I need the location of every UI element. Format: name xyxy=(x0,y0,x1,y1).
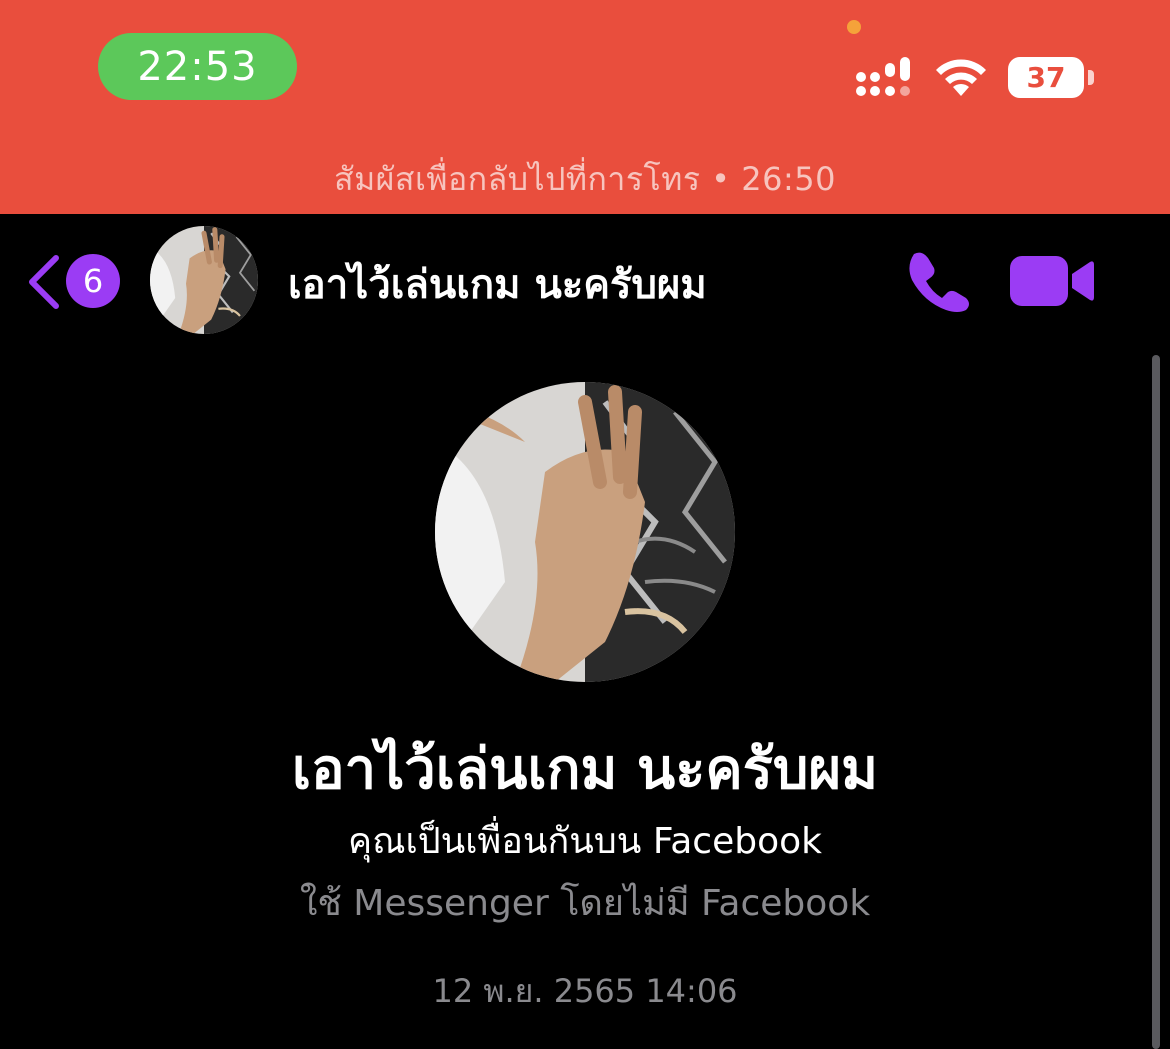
cellular-signal-icon xyxy=(856,57,910,96)
profile-photo xyxy=(435,382,735,682)
chat-header: 6 เอาไว้เล่นเกม นะครับผม xyxy=(0,214,1170,346)
messenger-without-facebook-text: ใช้ Messenger โดยไม่มี Facebook xyxy=(299,883,871,924)
profile-avatar[interactable] xyxy=(435,382,735,682)
chevron-left-icon xyxy=(29,255,59,309)
return-to-call-banner[interactable]: 22:53 37 สัมผัสเพื่อกลับไปที่การโทร • 26… xyxy=(0,0,1170,214)
back-button[interactable]: 6 xyxy=(24,250,124,310)
battery-cap xyxy=(1088,70,1094,85)
battery-level: 37 xyxy=(1008,57,1084,98)
contact-name[interactable]: เอาไว้เล่นเกม นะครับผม xyxy=(288,252,707,316)
conversation-timestamp: 12 พ.ย. 2565 14:06 xyxy=(432,972,738,1010)
scroll-indicator[interactable] xyxy=(1152,355,1160,1049)
profile-name: เอาไว้เล่นเกม นะครับผม xyxy=(291,737,879,802)
return-to-call-text[interactable]: สัมผัสเพื่อกลับไปที่การโทร • 26:50 xyxy=(0,154,1170,205)
contact-avatar[interactable] xyxy=(150,226,258,334)
phone-icon[interactable] xyxy=(902,248,974,314)
privacy-indicator-dot xyxy=(847,20,861,34)
friends-status-text: คุณเป็นเพื่อนกันบน Facebook xyxy=(348,821,822,862)
avatar-photo xyxy=(150,226,258,334)
battery-indicator: 37 xyxy=(1008,57,1094,98)
wifi-icon xyxy=(936,59,986,96)
status-time: 22:53 xyxy=(98,33,297,100)
video-camera-icon[interactable] xyxy=(1010,252,1096,310)
unread-count-badge: 6 xyxy=(66,254,120,308)
